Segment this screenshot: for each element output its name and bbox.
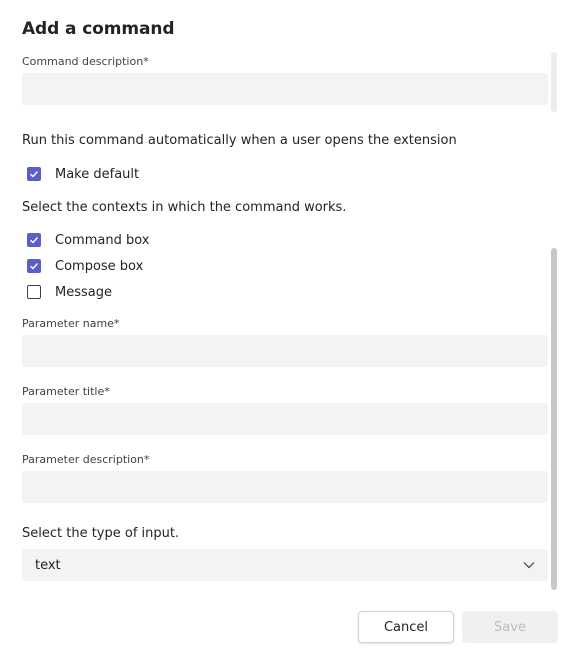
scrollbar-thumb[interactable] <box>551 248 557 590</box>
auto-run-text: Run this command automatically when a us… <box>22 133 457 148</box>
checkmark-icon <box>30 237 39 244</box>
input-type-text: Select the type of input. <box>22 526 180 541</box>
context-command-box-row[interactable]: Command box <box>27 231 149 249</box>
scrollbar-track-top <box>551 52 557 112</box>
message-label: Message <box>55 284 112 300</box>
compose-box-checkbox[interactable] <box>27 259 41 273</box>
checkmark-icon <box>30 171 39 178</box>
command-box-checkbox[interactable] <box>27 233 41 247</box>
make-default-checkbox[interactable] <box>27 167 41 181</box>
make-default-checkbox-row[interactable]: Make default <box>27 165 139 183</box>
command-description-label: Command description* <box>22 55 149 68</box>
parameter-name-label-text: Parameter name <box>22 317 114 330</box>
compose-box-label: Compose box <box>55 258 144 274</box>
parameter-title-input[interactable] <box>22 403 548 435</box>
required-mark: * <box>104 385 110 398</box>
context-message-row[interactable]: Message <box>27 283 112 301</box>
checkmark-icon <box>30 263 39 270</box>
chevron-down-icon <box>522 558 536 572</box>
save-button[interactable]: Save <box>462 611 558 643</box>
cancel-button[interactable]: Cancel <box>358 611 454 643</box>
input-type-dropdown[interactable]: text <box>22 549 548 581</box>
context-compose-box-row[interactable]: Compose box <box>27 257 143 275</box>
input-type-selected-value: text <box>35 557 61 573</box>
add-command-dialog: Add a command Command description* Run t… <box>0 0 580 665</box>
parameter-name-input[interactable] <box>22 335 548 367</box>
contexts-text: Select the contexts in which the command… <box>22 200 347 215</box>
command-box-label: Command box <box>55 232 150 248</box>
command-description-input[interactable] <box>22 73 548 105</box>
make-default-label: Make default <box>55 166 140 182</box>
message-checkbox[interactable] <box>27 285 41 299</box>
required-mark: * <box>143 55 149 68</box>
parameter-description-label: Parameter description* <box>22 453 149 466</box>
required-mark: * <box>143 453 150 466</box>
parameter-description-input[interactable] <box>22 471 548 503</box>
parameter-title-label-text: Parameter title <box>22 385 105 398</box>
dialog-title: Add a command <box>22 19 175 39</box>
parameter-description-label-text: Parameter description <box>22 453 144 466</box>
command-description-label-text: Command description <box>22 55 144 68</box>
parameter-name-label: Parameter name* <box>22 317 119 330</box>
parameter-title-label: Parameter title* <box>22 385 110 398</box>
required-mark: * <box>113 317 120 330</box>
